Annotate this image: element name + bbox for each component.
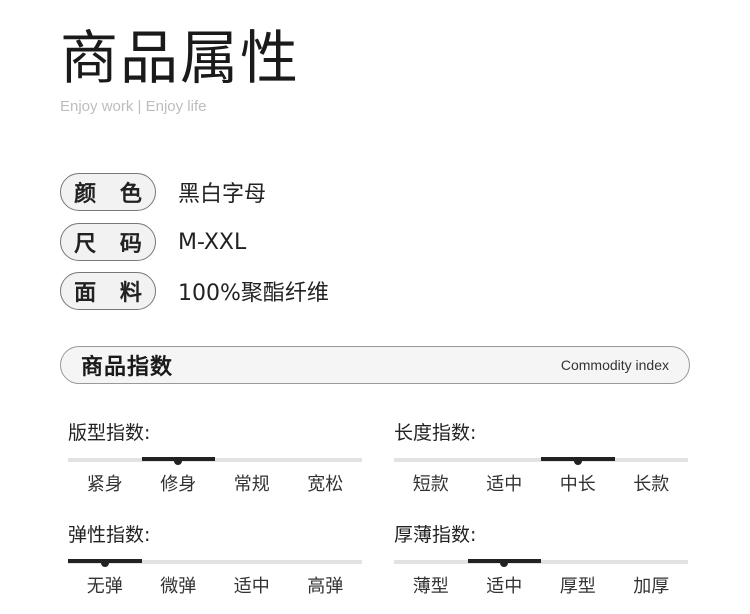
- index-subtitle: Commodity index: [560, 357, 669, 373]
- commodity-index-header: 商品指数 Commodity index: [60, 346, 690, 384]
- attribute-row-material: 面 料 100%聚酯纤维: [60, 271, 329, 311]
- page-subtitle: Enjoy work | Enjoy life: [60, 98, 207, 115]
- index-option: 无弹: [86, 576, 123, 597]
- index-option: 适中: [486, 474, 523, 495]
- index-group-label: 版型指数:: [68, 422, 151, 444]
- attribute-value: M-XXL: [178, 229, 247, 255]
- index-option: 修身: [160, 474, 197, 495]
- index-option: 微弹: [160, 576, 197, 597]
- index-group-label: 厚薄指数:: [394, 524, 477, 546]
- index-option: 中长: [559, 474, 596, 495]
- index-track-marker: [500, 559, 509, 567]
- index-group-label: 弹性指数:: [68, 524, 151, 546]
- index-track-marker: [174, 457, 183, 465]
- index-option: 高弹: [307, 576, 344, 597]
- index-option: 长款: [633, 474, 670, 495]
- index-track: [68, 457, 362, 465]
- index-title: 商品指数: [81, 355, 174, 380]
- attribute-row-color: 颜 色 黑白字母: [60, 172, 266, 212]
- index-group-thickness: 厚薄指数: 薄型 适中 厚型 加厚: [394, 520, 688, 598]
- attribute-value: 100%聚酯纤维: [178, 281, 329, 306]
- index-option: 紧身: [86, 474, 123, 495]
- index-option: 适中: [486, 576, 523, 597]
- index-track-marker: [573, 457, 582, 465]
- attribute-label: 面 料: [60, 272, 156, 310]
- attribute-label: 尺 码: [60, 223, 156, 261]
- attribute-value: 黑白字母: [178, 182, 267, 207]
- page-title: 商品属性: [60, 24, 301, 92]
- index-group-label: 长度指数:: [394, 422, 477, 444]
- attribute-label: 颜 色: [60, 173, 156, 211]
- index-option: 适中: [233, 576, 270, 597]
- index-group-fit: 版型指数: 紧身 修身 常规 宽松: [68, 418, 362, 496]
- index-option: 短款: [412, 474, 449, 495]
- index-option: 常规: [233, 474, 270, 495]
- index-option: 薄型: [412, 576, 449, 597]
- index-option: 厚型: [559, 576, 596, 597]
- index-option: 加厚: [633, 576, 670, 597]
- index-track: [68, 559, 362, 567]
- attribute-row-size: 尺 码 M-XXL: [60, 222, 246, 262]
- index-track-marker: [100, 559, 109, 567]
- index-track: [394, 457, 688, 465]
- index-group-elasticity: 弹性指数: 无弹 微弹 适中 高弹: [68, 520, 362, 598]
- index-option: 宽松: [307, 474, 344, 495]
- index-group-length: 长度指数: 短款 适中 中长 长款: [394, 418, 688, 496]
- index-track: [394, 559, 688, 567]
